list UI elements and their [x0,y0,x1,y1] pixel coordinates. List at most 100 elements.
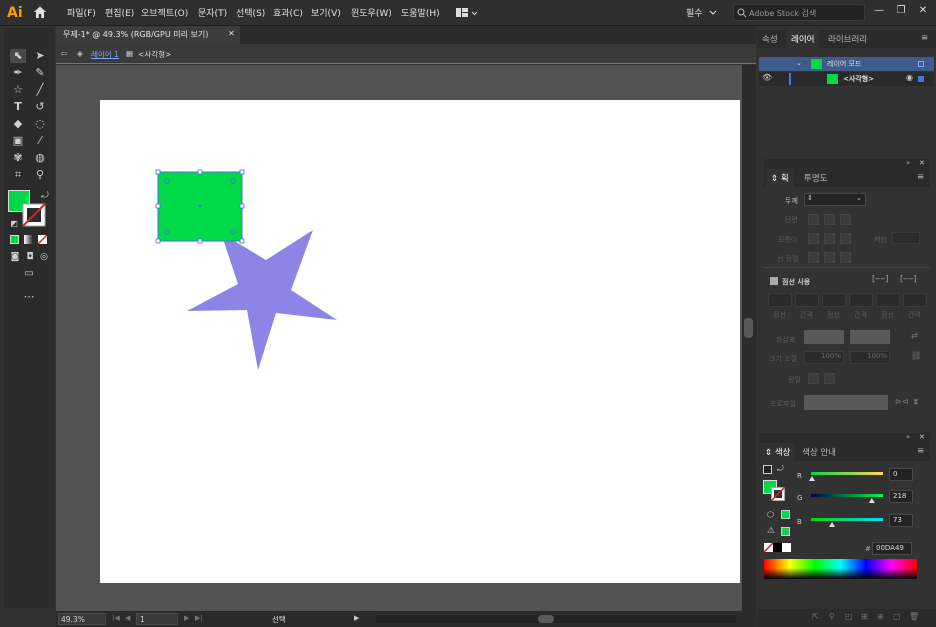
more-tools-icon[interactable]: ⋯ [21,290,37,304]
direct-selection-tool-icon[interactable]: ➤ [32,49,48,63]
home-icon[interactable] [33,5,47,19]
menu-select[interactable]: 선택(S) [236,6,265,19]
clipping-mask-icon[interactable]: ◰ [845,612,853,621]
menu-file[interactable]: 파일(F) [67,6,96,19]
bevel-join-button[interactable] [840,233,851,244]
zoom-tool-icon[interactable]: ⚲ [32,168,48,182]
weight-dropdown-icon[interactable]: ⌄ [856,194,862,202]
minimize-button[interactable]: — [870,3,888,19]
scroll-thumb[interactable] [744,318,753,338]
document-tab[interactable]: 무제-1* @ 49.3% (RGB/GPU 미리 보기) ✕ [56,26,240,44]
zoom-field[interactable]: 49.3% [58,613,106,625]
back-arrow-icon[interactable]: ⇦ [61,49,67,58]
breadcrumb-layer[interactable]: 레이어 1 [91,49,119,60]
quick-swatches[interactable] [764,543,792,552]
close-window-button[interactable]: ✕ [914,3,932,19]
link-scale-icon[interactable]: ⛓ [911,351,921,360]
butt-cap-button[interactable] [808,214,819,225]
tab-properties[interactable]: 속성 [762,33,778,45]
chevron-down-icon[interactable] [709,10,717,16]
tab-transparency[interactable]: 투명도 [804,172,827,184]
weight-field[interactable]: ⇕ ⌄ [804,193,866,206]
end-scale-field[interactable]: 100% [850,351,890,364]
dashed-line-checkbox[interactable] [770,277,778,285]
horizontal-scroll-thumb[interactable] [538,615,554,623]
start-arrowhead-select[interactable] [804,330,844,344]
target-circle-icon[interactable]: ◉ [906,73,913,82]
export-icon[interactable]: ⇱ [812,612,819,621]
selection-tool-icon[interactable]: ⬉ [10,49,26,63]
flip-across-icon[interactable]: ⧗ [913,397,919,407]
color-spectrum[interactable] [764,559,917,579]
close-tab-icon[interactable]: ✕ [228,29,235,38]
color-panel-menu-icon[interactable]: ≡ [917,446,924,456]
green-slider[interactable] [809,492,885,504]
artboard-tool-icon[interactable]: ⌗ [10,168,26,182]
color-mode-icon[interactable] [10,235,19,244]
width-profile-select[interactable] [804,395,888,410]
arrow-tip-at-end-button[interactable] [824,373,835,384]
red-slider[interactable] [809,470,885,482]
visibility-eye-icon[interactable]: 👁 [762,73,772,82]
none-mode-icon[interactable] [38,235,47,244]
blue-slider[interactable] [809,516,885,528]
panel-menu-icon[interactable]: ≡ [921,33,928,43]
new-sublayer-icon[interactable]: ⊞ [861,612,868,621]
horizontal-scrollbar[interactable] [376,615,736,623]
miter-join-button[interactable] [808,233,819,244]
curvature-tool-icon[interactable]: ✎ [32,66,48,80]
layer-name[interactable]: 레이어 모드 [827,59,861,69]
dash-field-3[interactable] [876,293,900,307]
green-value-field[interactable]: 218 [889,490,913,503]
tab-layers[interactable]: 레이어 [786,30,820,48]
status-menu-icon[interactable]: ▶ [354,614,359,622]
gradient-tool-icon[interactable]: ▣ [10,134,26,148]
stroke-none-swatch[interactable] [22,203,46,227]
eyedropper-tool-icon[interactable]: ⁄ [32,134,48,148]
breadcrumb-object[interactable]: <사각형> [138,49,171,60]
align-outside-button[interactable] [840,252,851,263]
tab-color[interactable]: ⇕ 색상 [760,443,796,461]
new-layer-icon[interactable]: ⊕ [877,612,884,621]
screen-mode-icon[interactable]: ▭ [21,267,37,281]
swap-fill-stroke-icon[interactable]: ⤾ [37,189,53,203]
dash-field-2[interactable] [822,293,846,307]
green-slider-thumb[interactable] [868,498,875,503]
eraser-tool-icon[interactable]: ◆ [10,117,26,131]
end-arrowhead-select[interactable] [850,330,890,344]
menu-type[interactable]: 문자(T) [198,6,227,19]
menu-effect[interactable]: 효과(C) [273,6,303,19]
collapse-panel-icon[interactable]: » [906,159,910,167]
swap-colors-icon[interactable]: ⤾ [777,464,784,474]
collapse-color-panel-icon[interactable]: » [906,433,910,441]
round-join-button[interactable] [824,233,835,244]
menu-help[interactable]: 도움말(H) [401,6,440,19]
gap-field-1[interactable] [795,293,819,307]
out-of-web-color-icon[interactable]: ⬡ [767,510,774,519]
object-name[interactable]: <사각형> [843,74,874,84]
next-artboard-icon[interactable]: ▶ [184,614,189,622]
star-tool-icon[interactable]: ☆ [10,83,26,97]
star-shape[interactable] [187,230,337,370]
start-scale-field[interactable]: 100% [804,351,844,364]
swap-arrowheads-icon[interactable]: ⇄ [911,331,918,340]
rotate-tool-icon[interactable]: ↺ [32,100,48,114]
type-tool-icon[interactable]: T [10,100,26,114]
workspace-switcher[interactable]: 필수 [686,6,703,19]
in-gamut-swatch[interactable] [781,527,790,536]
web-safe-swatch[interactable] [781,510,790,519]
last-artboard-icon[interactable]: ▶| [195,614,203,622]
gap-field-3[interactable] [903,293,927,307]
new-object-icon[interactable]: ▢ [893,612,901,621]
paintbrush-tool-icon[interactable]: ╱ [32,83,48,97]
layer-target-square[interactable] [918,61,924,67]
artboard-number-field[interactable]: 1 [136,613,178,625]
symbol-sprayer-tool-icon[interactable]: ✾ [10,151,26,165]
stock-search-input[interactable]: Adobe Stock 검색 [733,4,865,21]
hex-value-field[interactable]: 00DA49 [872,542,912,555]
expand-arrow-icon[interactable]: ⌄ [796,59,802,67]
layer-row[interactable]: ⌄ 레이어 모드 [759,57,934,71]
first-artboard-icon[interactable]: |◀ [112,614,120,622]
menu-edit[interactable]: 편집(E) [105,6,134,19]
gradient-mode-icon[interactable] [24,235,33,244]
